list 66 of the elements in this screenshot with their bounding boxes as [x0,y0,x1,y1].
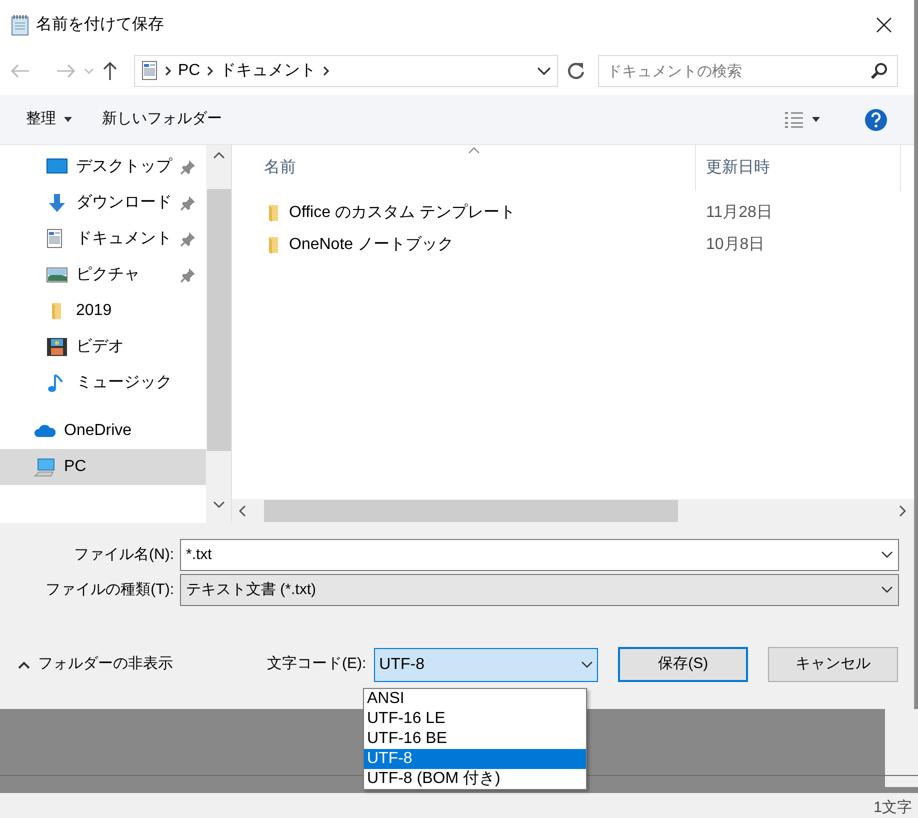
save-button[interactable]: 保存(S) [618,647,748,682]
chevron-icon [164,65,172,77]
folder-icon [51,302,62,320]
dropdown-icon[interactable] [537,66,551,76]
close-icon[interactable] [876,17,892,33]
chevron-icon [206,65,214,77]
cancel-button[interactable]: キャンセル [768,647,898,682]
chevron-icon [322,65,330,77]
nav-item[interactable]: ミュージック [0,365,206,401]
caret-icon [64,117,72,122]
nav-item[interactable]: ダウンロード [0,185,206,221]
picture-icon [46,265,68,285]
address-bar[interactable]: PC ドキュメント [134,55,558,87]
breadcrumb[interactable]: PC [178,59,200,83]
details-view-icon [784,110,804,128]
help-icon[interactable] [864,108,888,132]
document-icon [141,61,158,81]
search-icon [870,62,888,80]
notepad-icon [10,14,30,36]
folder-icon [268,236,279,254]
scroll-left-icon [239,505,246,517]
nav-item[interactable]: 2019 [0,293,206,329]
column-header[interactable]: 名前 [232,145,696,191]
up-icon[interactable] [102,61,118,81]
nav-item[interactable]: ビデオ [0,329,206,365]
scroll-right-icon [899,505,906,517]
scrollbar[interactable] [206,145,231,523]
new-folder-button[interactable]: 新しいフォルダー [102,106,222,133]
caret-icon [812,117,820,122]
modified-date: 11月28日 [705,203,772,223]
dropdown-option[interactable]: UTF-16 BE [364,729,586,749]
nav-item[interactable]: デスクトップ [0,149,206,185]
file-name[interactable]: OneNote ノートブック [232,233,696,257]
film-icon [46,337,68,357]
dropdown-icon [881,551,893,559]
search-field[interactable]: ドキュメントの検索 [598,55,898,87]
nav-item[interactable]: ピクチャ [0,257,206,293]
breadcrumb[interactable]: ドキュメント [220,59,316,83]
field-label: ファイル名(N): [73,544,175,565]
dropdown-option[interactable]: UTF-16 LE [364,709,586,729]
file-name-field[interactable]: *.txt [180,539,899,571]
dropdown-icon [881,586,893,594]
nav-item[interactable]: PC [0,449,206,485]
window-title: 名前を付けて保存 [36,15,164,35]
field-label: 文字コード(E): [267,654,366,674]
dropdown-option[interactable]: ANSI [364,689,586,709]
nav-item[interactable]: OneDrive [0,413,206,449]
encoding-dropdown[interactable]: UTF-8 [374,648,598,682]
status-text: 1文字 [874,798,912,818]
modified-date: 10月8日 [705,235,765,255]
caret-up-icon [18,660,30,668]
nav-item[interactable]: ドキュメント [0,221,206,257]
dropdown-option[interactable]: UTF-8 (BOM 付き) [364,769,586,789]
file-name[interactable]: Office のカスタム テンプレート [232,201,696,225]
refresh-icon[interactable] [566,61,586,81]
folder-icon [268,204,279,222]
download-arrow-icon [46,193,68,213]
dropdown-icon [581,660,594,668]
dropdown-option[interactable]: UTF-8 [364,749,586,769]
scrollbar[interactable] [232,499,914,523]
organize-button[interactable]: 整理 [26,106,72,133]
field-label: ファイルの種類(T): [44,580,175,600]
computer-icon [34,457,56,477]
column-header[interactable]: 更新日時 [696,145,901,191]
hide-folders-button[interactable]: フォルダーの非表示 [12,652,179,677]
file-type-dropdown[interactable]: テキスト文書 (*.txt) [180,574,899,606]
